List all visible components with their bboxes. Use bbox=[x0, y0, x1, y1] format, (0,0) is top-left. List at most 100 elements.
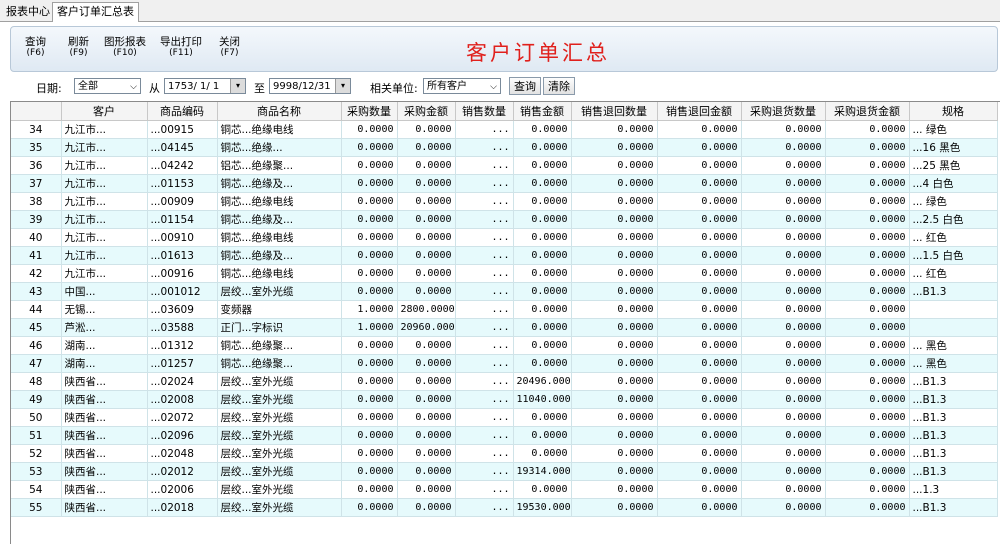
row-number: 36 bbox=[11, 156, 62, 175]
table-row[interactable]: 46 湖南... ...01312 铜芯...绝缘聚... 0.0000 0.0000..… bbox=[11, 336, 998, 355]
calendar-dropdown-icon[interactable]: ▾ bbox=[335, 79, 350, 93]
chart-report-button[interactable]: 图形报表 (F10) bbox=[104, 37, 146, 59]
table-cell-number: 0.0000 bbox=[825, 228, 910, 247]
table-cell-number: 0.0000 bbox=[657, 444, 742, 463]
table-cell-number: 0.0000 bbox=[825, 372, 910, 391]
table-body: 34 九江市... ...00915 铜芯...绝缘电线 0.0000 0.0000...… bbox=[11, 120, 998, 517]
table-cell-number: 0.0000 bbox=[341, 354, 398, 373]
table-cell-number: 0.0000 bbox=[571, 228, 658, 247]
table-row[interactable]: 49 陕西省... ...02008 层绞...室外光缆 0.0000 0.0000...… bbox=[11, 390, 998, 409]
row-number: 53 bbox=[11, 462, 62, 481]
table-cell-number: 0.0000 bbox=[741, 390, 826, 409]
refresh-button-key: (F9) bbox=[69, 48, 88, 58]
table-row[interactable]: 41 九江市... ...01613 铜芯...绝缘及... 0.0000 0.0000.… bbox=[11, 246, 998, 265]
close-button[interactable]: 关闭 (F7) bbox=[219, 37, 240, 59]
col-header[interactable]: 采购退货金额 bbox=[825, 102, 910, 121]
refresh-button[interactable]: 刷新 (F9) bbox=[68, 37, 89, 59]
table-row[interactable]: 48 陕西省... ...02024 层绞...室外光缆 0.0000 0.0000...… bbox=[11, 372, 998, 391]
table-row[interactable]: 50 陕西省... ...02072 层绞...室外光缆 0.0000 0.0000...… bbox=[11, 408, 998, 427]
table-row[interactable]: 51 陕西省... ...02096 层绞...室外光缆 0.0000 0.0000...… bbox=[11, 426, 998, 445]
table-cell: 湖南... bbox=[61, 354, 148, 373]
table-row[interactable]: 39 九江市... ...01154 铜芯...绝缘及... 0.0000 0.0000.… bbox=[11, 210, 998, 229]
table-cell: 铜芯...绝缘聚... bbox=[217, 354, 342, 373]
table-row[interactable]: 35 九江市... ...04145 铜芯...绝缘... 0.0000 0.0000..… bbox=[11, 138, 998, 157]
table-cell-number: 0.0000 bbox=[825, 138, 910, 157]
calendar-dropdown-icon[interactable]: ▾ bbox=[230, 79, 245, 93]
table-row[interactable]: 53 陕西省... ...02012 层绞...室外光缆 0.0000 0.0000...… bbox=[11, 462, 998, 481]
table-cell-number: 0.0000 bbox=[657, 228, 742, 247]
refresh-button-label: 刷新 bbox=[68, 36, 89, 48]
table-cell-number: 0.0000 bbox=[513, 156, 572, 175]
col-header[interactable]: 客户 bbox=[61, 102, 148, 121]
table-row[interactable]: 47 湖南... ...01257 铜芯...绝缘聚... 0.0000 0.0000..… bbox=[11, 354, 998, 373]
col-header[interactable]: 销售金额 bbox=[513, 102, 572, 121]
table-cell-number: 0.0000 bbox=[513, 192, 572, 211]
table-cell-number: ... bbox=[455, 372, 514, 391]
filter-clear-button[interactable]: 清除 bbox=[543, 77, 575, 95]
table-cell-number: ... bbox=[455, 444, 514, 463]
table-cell-number: ... bbox=[455, 480, 514, 499]
tab-customer-order-summary[interactable]: 客户订单汇总表 bbox=[52, 2, 139, 22]
table-cell-number: 0.0000 bbox=[741, 462, 826, 481]
row-number: 50 bbox=[11, 408, 62, 427]
table-cell-number: 0.0000 bbox=[513, 246, 572, 265]
table-cell-number: 0.0000 bbox=[341, 444, 398, 463]
table-cell-number: 0.0000 bbox=[341, 156, 398, 175]
col-header[interactable]: 采购金额 bbox=[397, 102, 456, 121]
table-row[interactable]: 42 九江市... ...00916 铜芯...绝缘电线 0.0000 0.0000...… bbox=[11, 264, 998, 283]
table-row[interactable]: 40 九江市... ...00910 铜芯...绝缘电线 0.0000 0.0000...… bbox=[11, 228, 998, 247]
table-row[interactable]: 37 九江市... ...01153 铜芯...绝缘及... 0.0000 0.0000.… bbox=[11, 174, 998, 193]
table-cell-number: 0.0000 bbox=[571, 444, 658, 463]
col-header[interactable]: 采购退货数量 bbox=[741, 102, 826, 121]
table-row[interactable]: 52 陕西省... ...02048 层绞...室外光缆 0.0000 0.0000...… bbox=[11, 444, 998, 463]
table-row[interactable]: 54 陕西省... ...02006 层绞...室外光缆 0.0000 0.0000...… bbox=[11, 480, 998, 499]
table-cell-number: 0.0000 bbox=[571, 264, 658, 283]
date-range-select[interactable]: 全部 ⌵ bbox=[74, 78, 141, 94]
table-row[interactable]: 55 陕西省... ...02018 层绞...室外光缆 0.0000 0.0000...… bbox=[11, 498, 998, 517]
table-row[interactable]: 44 无锡... ...03609 变频器 1.0000 2800.0000... 0.00… bbox=[11, 300, 998, 319]
table-cell: ...B1.3 bbox=[909, 462, 998, 481]
toolbar: 查询 (F6) 刷新 (F9) 图形报表 (F10) 导出打印 (F11) 关闭… bbox=[10, 26, 998, 72]
related-unit-select[interactable]: 所有客户 ⌵ bbox=[423, 78, 501, 94]
table-cell: 陕西省... bbox=[61, 426, 148, 445]
table-cell-number: 0.0000 bbox=[825, 498, 910, 517]
table-cell-number: 0.0000 bbox=[513, 282, 572, 301]
table-cell-number: ... bbox=[455, 390, 514, 409]
table-cell-number: 0.0000 bbox=[825, 354, 910, 373]
table-row[interactable]: 43 中国... ...001012 层绞...室外光缆 0.0000 0.0000...… bbox=[11, 282, 998, 301]
data-grid[interactable]: 客户 商品编码 商品名称 采购数量 采购金额 销售数量 销售金额 销售退回数量 … bbox=[10, 101, 1000, 544]
col-header[interactable]: 商品名称 bbox=[217, 102, 342, 121]
related-unit-label: 相关单位: bbox=[370, 82, 418, 95]
table-cell: ...001012 bbox=[147, 282, 218, 301]
table-cell-number: 0.0000 bbox=[741, 408, 826, 427]
tab-report-center[interactable]: 报表中心 bbox=[2, 3, 54, 21]
table-cell-number: 0.0000 bbox=[571, 462, 658, 481]
table-cell: 层绞...室外光缆 bbox=[217, 282, 342, 301]
to-date-picker[interactable]: 9998/12/31 ▾ bbox=[269, 78, 351, 94]
query-button[interactable]: 查询 (F6) bbox=[25, 37, 46, 59]
col-header[interactable]: 销售退回数量 bbox=[571, 102, 658, 121]
col-header[interactable]: 销售数量 bbox=[455, 102, 514, 121]
table-cell: 陕西省... bbox=[61, 444, 148, 463]
table-cell-number: 0.0000 bbox=[657, 156, 742, 175]
table-row[interactable]: 34 九江市... ...00915 铜芯...绝缘电线 0.0000 0.0000...… bbox=[11, 120, 998, 139]
from-date-picker[interactable]: 1753/ 1/ 1 ▾ bbox=[164, 78, 246, 94]
table-cell-number: 0.0000 bbox=[825, 318, 910, 337]
table-cell-number: ... bbox=[455, 462, 514, 481]
col-header[interactable]: 销售退回金额 bbox=[657, 102, 742, 121]
col-header[interactable]: 商品编码 bbox=[147, 102, 218, 121]
filter-query-button[interactable]: 查询 bbox=[509, 77, 541, 95]
export-print-button[interactable]: 导出打印 (F11) bbox=[160, 37, 202, 59]
table-row[interactable]: 45 芦淞... ...03588 正门...字标识 1.0000 20960.0000.… bbox=[11, 318, 998, 337]
table-row[interactable]: 36 九江市... ...04242 铝芯...绝缘聚... 0.0000 0.0000.… bbox=[11, 156, 998, 175]
col-header[interactable]: 采购数量 bbox=[341, 102, 398, 121]
table-cell-number: 0.0000 bbox=[341, 210, 398, 229]
table-cell-number: 2800.0000 bbox=[397, 300, 456, 319]
col-header[interactable]: 规格 bbox=[909, 102, 998, 121]
table-cell-number: 0.0000 bbox=[825, 120, 910, 139]
table-cell-number: 0.0000 bbox=[397, 210, 456, 229]
table-cell: ...01153 bbox=[147, 174, 218, 193]
table-cell: 无锡... bbox=[61, 300, 148, 319]
table-cell-number: 0.0000 bbox=[571, 300, 658, 319]
table-row[interactable]: 38 九江市... ...00909 铜芯...绝缘电线 0.0000 0.0000...… bbox=[11, 192, 998, 211]
